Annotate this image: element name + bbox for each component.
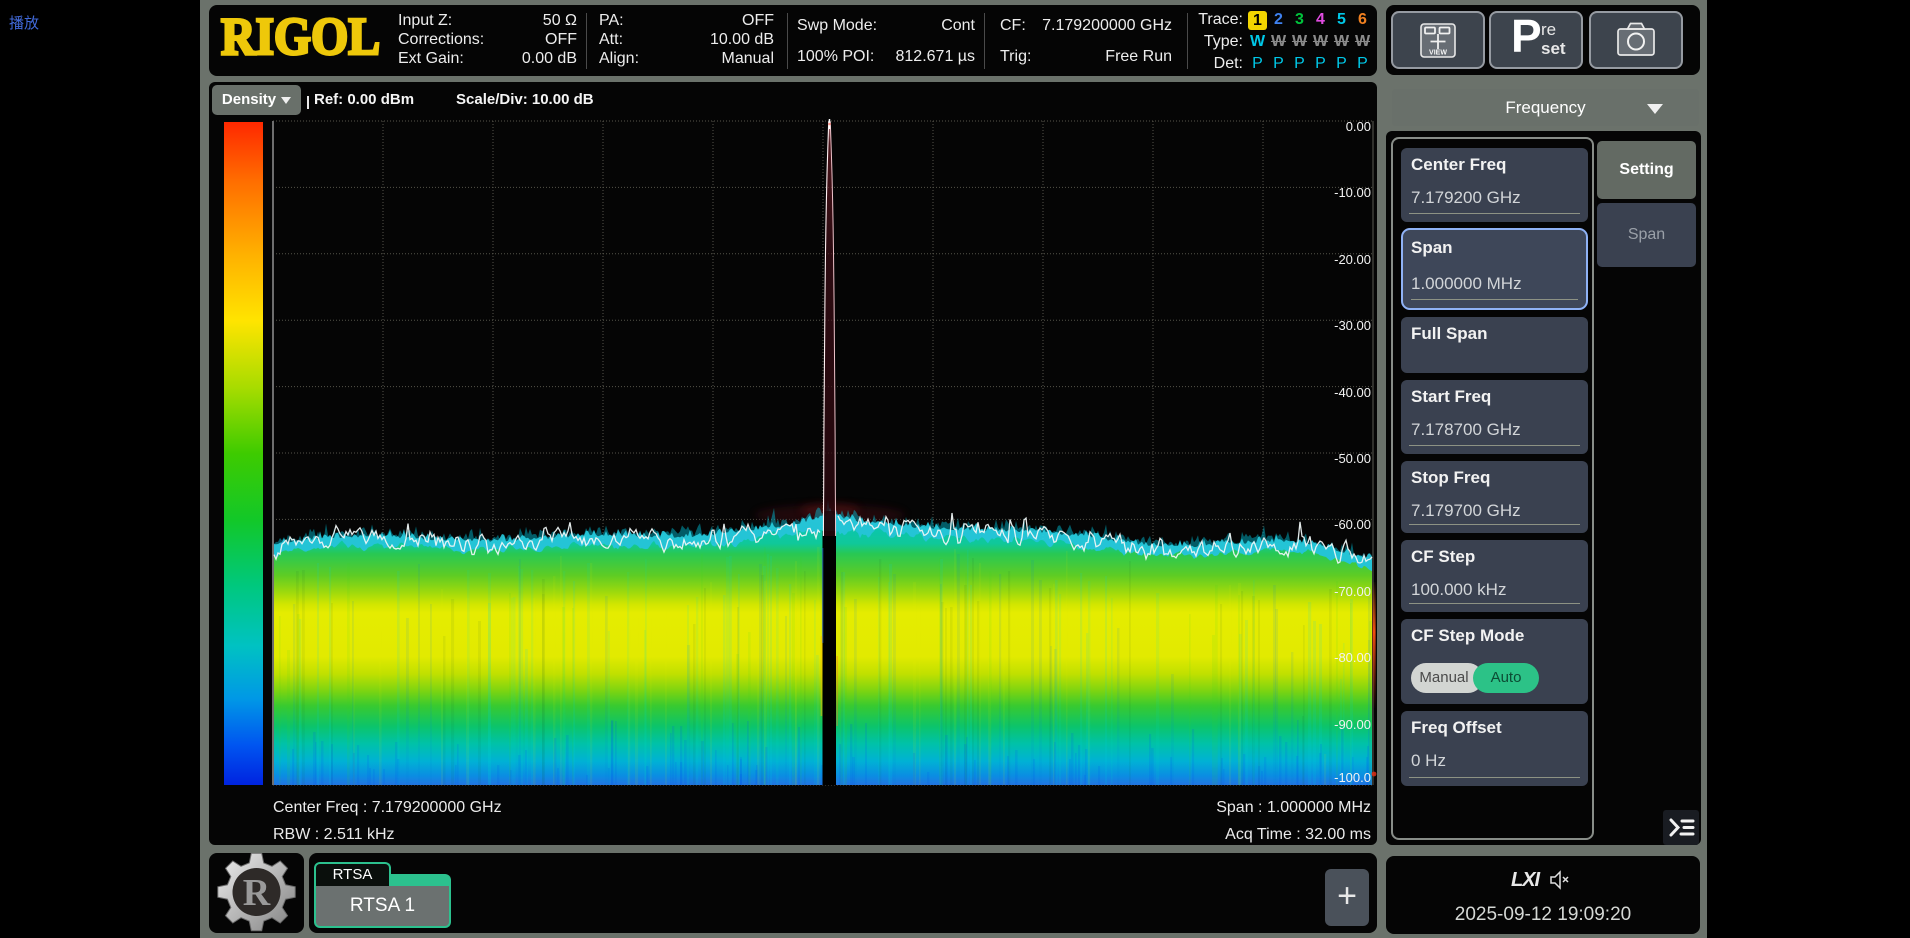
svg-text:-100.0: -100.0 <box>1334 770 1371 785</box>
svg-text:-10.00: -10.00 <box>1334 185 1371 200</box>
svg-text:-80.00: -80.00 <box>1334 650 1371 665</box>
svg-text:-50.00: -50.00 <box>1334 451 1371 466</box>
svg-text:-40.00: -40.00 <box>1334 385 1371 400</box>
svg-text:VIEW: VIEW <box>1429 50 1447 57</box>
svg-text:-70.00: -70.00 <box>1334 584 1371 599</box>
svg-text:R: R <box>243 872 271 914</box>
svg-text:-60.00: -60.00 <box>1334 517 1371 532</box>
svg-text:-20.00: -20.00 <box>1334 252 1371 267</box>
svg-text:-90.00: -90.00 <box>1334 717 1371 732</box>
svg-text:-30.00: -30.00 <box>1334 318 1371 333</box>
svg-text:0.00: 0.00 <box>1346 119 1371 134</box>
